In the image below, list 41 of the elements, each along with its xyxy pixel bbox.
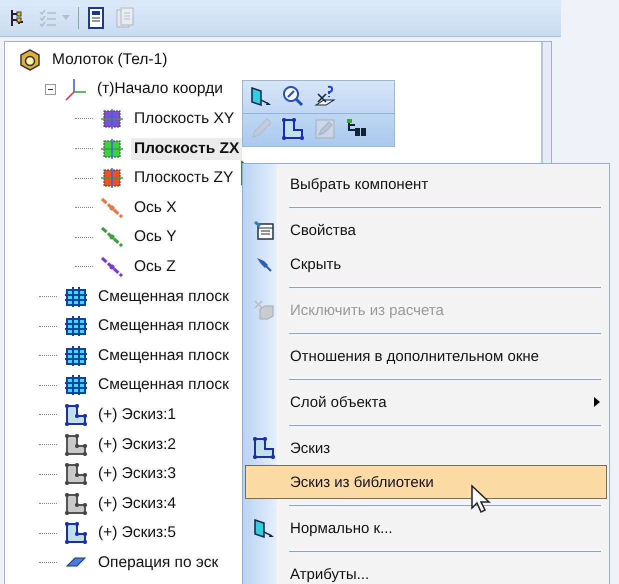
tree-item[interactable]: (т)Начало коорди (94, 78, 226, 100)
tree-item[interactable]: Плоскость ZX (131, 138, 242, 160)
menu-item[interactable]: Эскиз из библиотеки (245, 465, 607, 499)
offset-plane-icon (63, 374, 89, 396)
properties-icon (253, 219, 275, 241)
tree-item[interactable]: Ось X (131, 196, 180, 219)
checklist-icon (38, 8, 58, 28)
tree-item[interactable]: (+) Эскиз:1 (95, 404, 180, 426)
tree-item[interactable]: Смещенная плоск (95, 315, 232, 338)
pin-icon (255, 255, 273, 273)
offset-plane-icon (63, 286, 89, 308)
document-icon[interactable] (85, 5, 107, 31)
sketch-icon[interactable] (279, 117, 307, 143)
menu-item[interactable]: Эскиз (245, 431, 607, 465)
tree-item[interactable]: (+) Эскиз:3 (95, 463, 180, 486)
collapse-icon[interactable] (45, 84, 56, 95)
tree-item[interactable]: Плоскость ZY (131, 167, 236, 190)
tree-item[interactable]: Смещенная плоск (95, 286, 232, 308)
exclude-icon (253, 299, 275, 321)
menu-item[interactable]: Свойства (245, 213, 607, 247)
tree-item[interactable]: Ось Y (131, 226, 180, 248)
tree-item[interactable]: Смещенная плоск (95, 344, 232, 367)
menu-item[interactable]: Атрибуты... (245, 557, 607, 584)
tree-item[interactable]: Смещенная плоск (95, 374, 232, 396)
offset-plane-icon (63, 344, 89, 367)
menu-item[interactable]: Выбрать компонент (245, 167, 607, 201)
menu-item[interactable]: Нормально к... (245, 511, 607, 545)
tree-item[interactable]: Молоток (Тел-1) (49, 48, 170, 71)
tree-item[interactable]: Ось Z (131, 256, 179, 278)
offset-plane-icon (63, 315, 89, 338)
menu-item[interactable]: Скрыть (245, 247, 607, 281)
tree-item[interactable]: (+) Эскиз:5 (95, 522, 180, 544)
tree-item[interactable]: Операция по эск (95, 552, 222, 574)
tree-item[interactable]: Плоскость XY (131, 108, 238, 130)
tree-item[interactable]: (+) Эскиз:2 (95, 434, 180, 456)
tree-item[interactable]: (+) Эскиз:4 (95, 492, 180, 515)
sketch-icon (252, 436, 276, 460)
menu-item[interactable]: Слой объекта (245, 385, 607, 419)
menu-item[interactable]: Отношения в дополнительном окне (245, 339, 607, 373)
cursor-icon (470, 484, 492, 514)
normal-view-icon (252, 516, 276, 540)
